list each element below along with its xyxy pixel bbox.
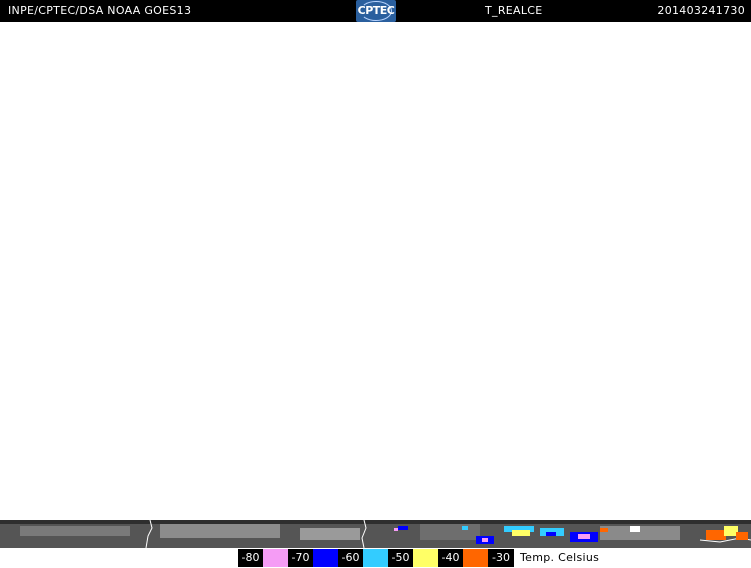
cold-cloud-cyan xyxy=(462,526,468,530)
logo-text: CPTEC xyxy=(357,4,395,17)
source-label: INPE/CPTEC/DSA NOAA GOES13 xyxy=(8,4,192,17)
legend-caption: Temp. Celsius xyxy=(520,551,600,564)
product-label: T_REALCE xyxy=(485,4,543,17)
legend-swatch xyxy=(363,549,388,567)
cold-cloud-pink xyxy=(394,528,398,531)
cold-cloud-blue xyxy=(546,532,556,536)
legend-label: -80 xyxy=(238,549,263,567)
legend-label: -60 xyxy=(338,549,363,567)
satellite-image-strip xyxy=(0,520,751,548)
cloud-orange xyxy=(706,530,726,540)
cloud-patch xyxy=(160,524,280,538)
cloud-white xyxy=(630,526,640,532)
legend-swatch xyxy=(313,549,338,567)
header-bar: INPE/CPTEC/DSA NOAA GOES13 CPTEC T_REALC… xyxy=(0,0,751,22)
cloud-patch xyxy=(300,528,360,540)
legend-label: -30 xyxy=(488,549,514,567)
cloud-orange xyxy=(736,532,748,540)
legend-swatch xyxy=(413,549,438,567)
satellite-imagery-svg xyxy=(0,520,751,548)
legend-swatch xyxy=(263,549,288,567)
cold-cloud-pink xyxy=(482,538,488,542)
cptec-logo: CPTEC xyxy=(356,0,396,22)
cloud-orange xyxy=(600,528,608,532)
legend-label: -70 xyxy=(288,549,313,567)
legend-label: -40 xyxy=(438,549,463,567)
legend-swatch xyxy=(463,549,488,567)
legend-label: -50 xyxy=(388,549,413,567)
cold-cloud-yellow xyxy=(512,530,530,536)
cloud-yellow xyxy=(724,526,738,536)
cold-cloud-pink xyxy=(578,534,590,539)
timestamp-label: 201403241730 xyxy=(657,4,745,17)
cloud-patch xyxy=(420,524,480,540)
cloud-patch xyxy=(20,526,130,536)
cold-cloud-blue xyxy=(398,526,408,530)
imagery-top-band xyxy=(0,520,751,524)
